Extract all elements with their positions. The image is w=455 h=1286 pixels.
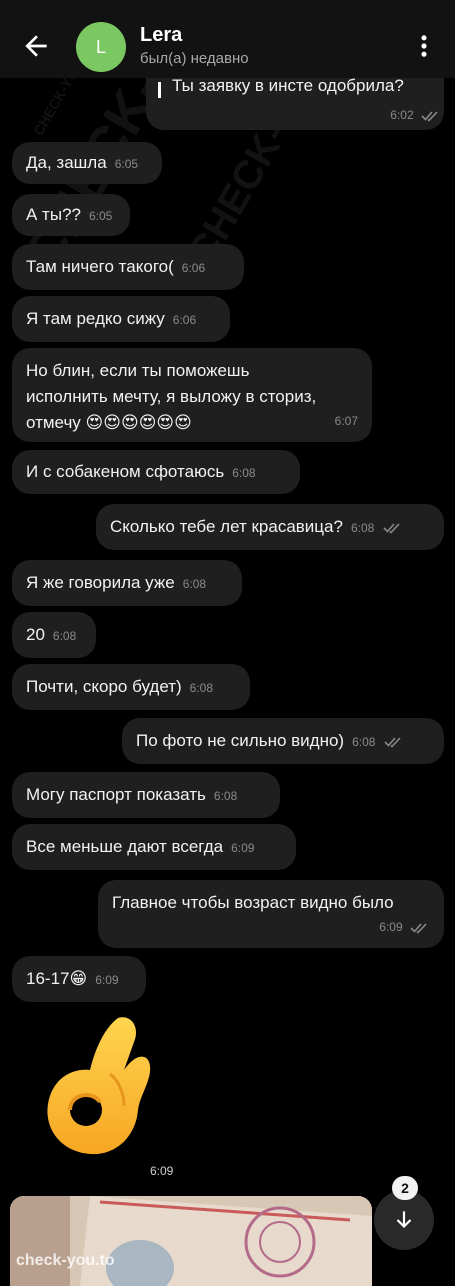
double-check-icon xyxy=(421,111,438,122)
message-text: 20 xyxy=(26,625,45,644)
message-bubble-incoming[interactable]: Там ничего такого( 6:06 xyxy=(12,244,244,290)
message-bubble-incoming[interactable]: А ты?? 6:05 xyxy=(12,194,130,236)
message-bubble-incoming[interactable]: Я там редко сижу 6:06 xyxy=(12,296,230,342)
message-time: 6:05 xyxy=(88,209,113,223)
arrow-down-icon xyxy=(396,1211,412,1229)
message-time: 6:08 xyxy=(182,577,207,591)
message-bubble-incoming[interactable]: 16-17😁 6:09 xyxy=(12,956,146,1002)
message-time: 6:08 xyxy=(213,789,238,803)
message-text: Все меньше дают всегда xyxy=(26,837,224,856)
message-text: По фото не сильно видно) xyxy=(136,731,345,750)
message-time: 6:09 xyxy=(150,1164,174,1178)
avatar-letter: L xyxy=(95,36,106,57)
message-bubble-incoming[interactable]: Все меньше дают всегда 6:09 xyxy=(12,824,296,870)
message-text: И с собакеном сфотаюсь xyxy=(26,462,225,481)
message-time: 6:06 xyxy=(181,261,206,275)
photo-image xyxy=(10,1196,372,1286)
message-text: Я же говорила уже xyxy=(26,573,175,592)
message-time: 6:02 xyxy=(390,108,441,122)
message-text: Могу паспорт показать xyxy=(26,785,206,804)
message-bubble-incoming[interactable]: Да, зашла 6:05 xyxy=(12,142,162,184)
double-check-icon xyxy=(383,522,400,534)
message-time: 6:08 xyxy=(52,629,77,643)
message-edge xyxy=(158,82,161,98)
message-text: Почти, скоро будет) xyxy=(26,677,182,696)
message-text: Ты заявку в инсте одобрила? xyxy=(172,76,404,95)
unread-count-badge: 2 xyxy=(392,1176,418,1200)
last-seen-status: был(а) недавно xyxy=(140,50,249,67)
more-vertical-icon[interactable] xyxy=(410,30,438,62)
back-arrow-icon[interactable] xyxy=(20,30,52,62)
photo-attachment[interactable] xyxy=(10,1196,372,1286)
avatar[interactable]: L xyxy=(76,22,126,72)
message-time: 6:09 xyxy=(95,973,119,987)
chat-title[interactable]: Lera xyxy=(140,24,182,47)
message-text: А ты?? xyxy=(26,205,81,224)
message-text-line: исполнить мечту, я выложу в сториз, xyxy=(26,387,317,406)
message-bubble-outgoing[interactable]: Сколько тебе лет красавица? 6:08 xyxy=(96,504,444,550)
message-bubble-incoming[interactable]: Могу паспорт показать 6:08 xyxy=(12,772,280,818)
message-text: Сколько тебе лет красавица? xyxy=(110,517,343,536)
message-time: 6:09 xyxy=(231,841,255,855)
message-text: Там ничего такого( xyxy=(26,257,174,276)
message-time: 6:06 xyxy=(172,313,197,327)
message-text: Главное чтобы возраст видно было xyxy=(112,893,394,912)
message-bubble-incoming[interactable]: Но блин, если ты поможешь исполнить мечт… xyxy=(12,348,372,442)
message-time: 6:07 xyxy=(334,414,358,428)
message-text: Я там редко сижу xyxy=(26,309,165,328)
message-text: 16-17😁 xyxy=(26,969,88,988)
message-bubble-incoming[interactable]: Почти, скоро будет) 6:08 xyxy=(12,664,250,710)
message-bubble-incoming[interactable]: 20 6:08 xyxy=(12,612,96,658)
message-text: Да, зашла xyxy=(26,153,107,172)
message-time: 6:08 xyxy=(352,735,376,749)
message-bubble-incoming[interactable]: И с собакеном сфотаюсь 6:08 xyxy=(12,450,300,494)
message-time: 6:08 xyxy=(232,466,256,480)
double-check-icon xyxy=(410,923,427,934)
chat-header: L Lera был(а) недавно xyxy=(0,0,455,78)
message-text-line: отмечу 😍😍😍😍😍😍 xyxy=(26,413,192,432)
message-time: 6:05 xyxy=(114,157,139,171)
ok-hand-sticker-icon[interactable] xyxy=(40,1010,164,1160)
message-bubble-outgoing[interactable]: Главное чтобы возраст видно было 6:09 xyxy=(98,880,444,948)
message-text-line: Но блин, если ты поможешь xyxy=(26,361,250,380)
message-time: 6:08 xyxy=(350,521,375,535)
double-check-icon xyxy=(384,736,401,748)
message-time: 6:09 xyxy=(379,914,430,940)
message-bubble-incoming[interactable]: Я же говорила уже 6:08 xyxy=(12,560,242,606)
message-bubble-outgoing[interactable]: По фото не сильно видно) 6:08 xyxy=(122,718,444,764)
photo-watermark-label: check-you.to xyxy=(16,1252,115,1269)
message-time: 6:08 xyxy=(189,681,214,695)
